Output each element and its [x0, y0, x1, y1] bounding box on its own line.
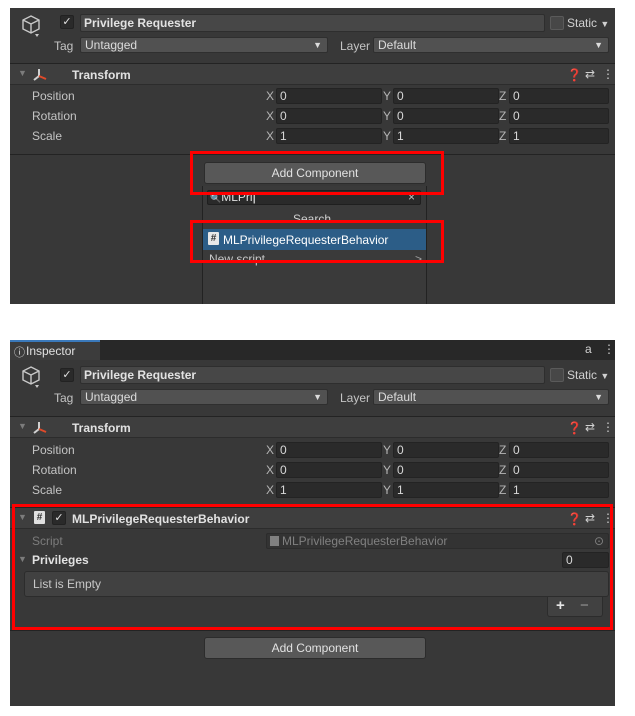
axis-x-label: X: [266, 129, 275, 143]
axis-y-label: Y: [383, 89, 392, 103]
axis-x-label: X: [266, 443, 275, 457]
rotation-y-field[interactable]: 0: [393, 108, 499, 124]
axis-y-label: Y: [383, 463, 392, 477]
axis-z-label: Z: [499, 109, 507, 123]
scale-z-field[interactable]: 1: [509, 482, 609, 498]
chevron-down-icon: ▼: [594, 40, 603, 50]
axis-x-label: X: [266, 109, 275, 123]
position-x-field[interactable]: 0: [276, 442, 382, 458]
info-icon: ⓘ: [14, 347, 25, 359]
inspector-panel-after: ⓘ Inspector a ⋮ ✓ Privilege Requester St…: [10, 340, 615, 706]
transform-header[interactable]: ▼ Transform ❓ ⇄ ⋮: [10, 416, 615, 438]
layer-dropdown[interactable]: Default ▼: [373, 389, 609, 405]
axis-z-label: Z: [499, 483, 507, 497]
scale-x-field[interactable]: 1: [276, 128, 382, 144]
transform-header[interactable]: ▼ Transform ❓ ⇄ ⋮: [10, 63, 615, 85]
transform-title: Transform: [72, 68, 131, 82]
axis-y-label: Y: [383, 129, 392, 143]
rotation-z-field[interactable]: 0: [509, 108, 609, 124]
highlight-search-result: [190, 220, 444, 263]
axis-y-label: Y: [383, 483, 392, 497]
menu-icon[interactable]: ⋮: [602, 67, 614, 81]
tab-label: Inspector: [26, 344, 76, 358]
axis-y-label: Y: [383, 443, 392, 457]
scale-y-field[interactable]: 1: [393, 482, 499, 498]
axis-x-label: X: [266, 89, 275, 103]
menu-icon[interactable]: ⋮: [603, 342, 615, 356]
foldout-arrow-icon[interactable]: ▼: [18, 421, 27, 431]
static-label: Static ▼: [567, 16, 610, 30]
help-icon[interactable]: ❓: [567, 421, 582, 435]
axis-z-label: Z: [499, 463, 507, 477]
preset-icon[interactable]: ⇄: [585, 420, 595, 434]
tag-dropdown[interactable]: Untagged ▼: [80, 37, 328, 53]
rotation-x-field[interactable]: 0: [276, 108, 382, 124]
object-name-input[interactable]: Privilege Requester: [80, 14, 545, 32]
axis-z-label: Z: [499, 443, 507, 457]
axis-z-label: Z: [499, 89, 507, 103]
static-label: Static ▼: [567, 368, 610, 382]
layer-label: Layer: [340, 391, 371, 405]
axis-y-label: Y: [383, 109, 392, 123]
chevron-down-icon: ▼: [594, 392, 603, 402]
divider: [10, 630, 615, 631]
chevron-down-icon: ▼: [313, 40, 322, 50]
tag-dropdown[interactable]: Untagged ▼: [80, 389, 328, 405]
scale-z-field[interactable]: 1: [509, 128, 609, 144]
position-x-field[interactable]: 0: [276, 88, 382, 104]
axis-x-label: X: [266, 483, 275, 497]
object-name-input[interactable]: Privilege Requester: [80, 366, 545, 384]
row-label: Rotation: [32, 463, 77, 477]
axis-z-label: Z: [499, 129, 507, 143]
transform-title: Transform: [72, 421, 131, 435]
static-checkbox[interactable]: [550, 368, 564, 382]
lock-icon[interactable]: a: [585, 342, 592, 356]
transform-icon: [33, 69, 47, 81]
layer-dropdown[interactable]: Default ▼: [373, 37, 609, 53]
tab-inspector[interactable]: ⓘ Inspector: [10, 340, 100, 360]
cube-icon: [22, 15, 40, 37]
active-checkbox[interactable]: ✓: [60, 368, 74, 382]
layer-label: Layer: [340, 39, 371, 53]
transform-icon: [33, 422, 47, 434]
help-icon[interactable]: ❓: [567, 68, 582, 82]
rotation-y-field[interactable]: 0: [393, 462, 499, 478]
row-label: Position: [32, 89, 75, 103]
tag-label: Tag: [54, 39, 74, 53]
static-checkbox[interactable]: [550, 16, 564, 30]
position-y-field[interactable]: 0: [393, 442, 499, 458]
scale-y-field[interactable]: 1: [393, 128, 499, 144]
highlight-add-component: [190, 151, 444, 195]
row-label: Scale: [32, 483, 63, 497]
row-label: Scale: [32, 129, 63, 143]
row-label: Rotation: [32, 109, 77, 123]
rotation-z-field[interactable]: 0: [509, 462, 609, 478]
position-z-field[interactable]: 0: [509, 88, 609, 104]
highlight-new-component: [12, 504, 613, 630]
preset-icon[interactable]: ⇄: [585, 67, 595, 81]
position-z-field[interactable]: 0: [509, 442, 609, 458]
active-checkbox[interactable]: ✓: [60, 15, 74, 29]
chevron-down-icon: ▼: [313, 392, 322, 402]
row-label: Position: [32, 443, 75, 457]
cube-icon: [22, 366, 40, 388]
menu-icon[interactable]: ⋮: [602, 420, 614, 434]
axis-x-label: X: [266, 463, 275, 477]
inspector-panel-before: ✓ Privilege Requester Static ▼ Tag Untag…: [10, 8, 615, 304]
rotation-x-field[interactable]: 0: [276, 462, 382, 478]
add-component-button[interactable]: Add Component: [204, 637, 426, 659]
position-y-field[interactable]: 0: [393, 88, 499, 104]
scale-x-field[interactable]: 1: [276, 482, 382, 498]
tag-label: Tag: [54, 391, 74, 405]
foldout-arrow-icon[interactable]: ▼: [18, 68, 27, 78]
tab-bar: [10, 340, 615, 360]
